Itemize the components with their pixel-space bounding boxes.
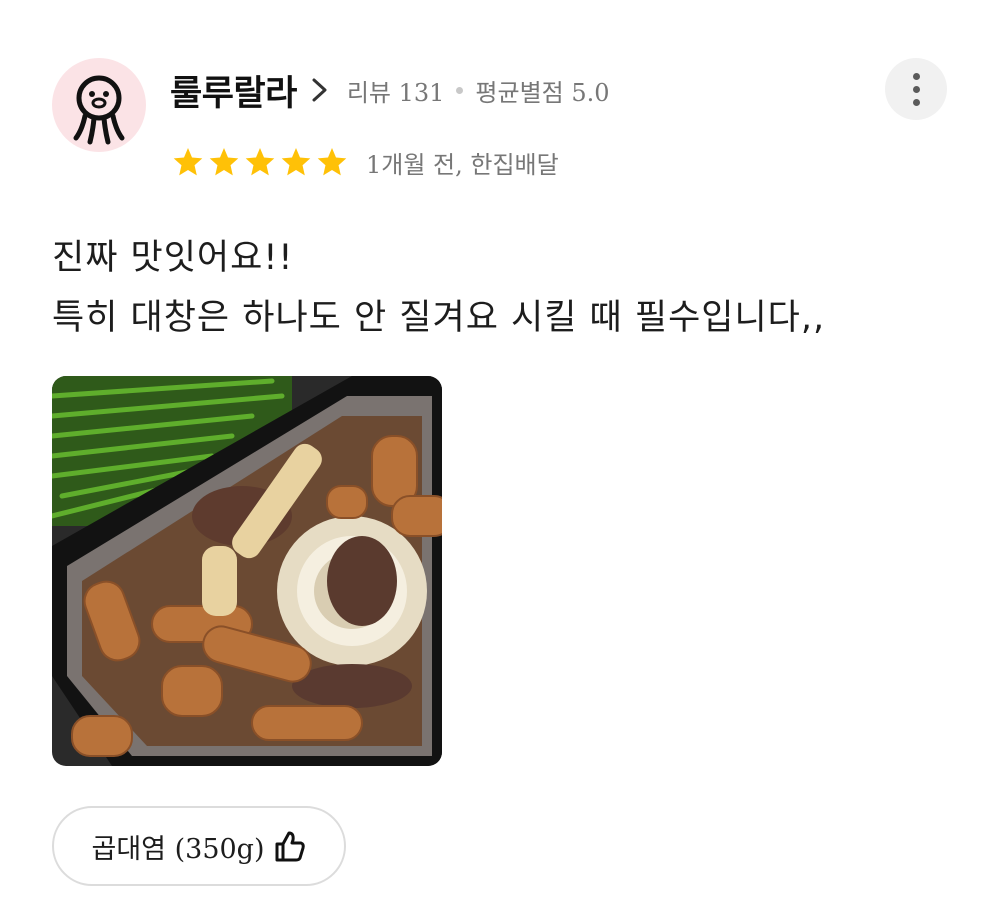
food-photo [52, 376, 442, 766]
review-text-line: 특히 대창은 하나도 안 질겨요 시킬 때 필수입니다,, [52, 298, 826, 338]
star-icon [173, 148, 203, 176]
review-text-line: 진짜 맛잇어요!! [52, 238, 294, 278]
review-count: 리뷰 131 [346, 78, 445, 107]
menu-tag-chip[interactable]: 곱대염 (350g) [52, 806, 346, 886]
separator-dot [456, 86, 464, 94]
star-icon [281, 148, 311, 176]
user-name[interactable]: 룰루랄라 [170, 65, 297, 116]
more-options-button[interactable] [885, 58, 947, 120]
thumbs-up-icon [275, 831, 305, 862]
more-dot [912, 98, 920, 106]
star-icon [317, 148, 347, 176]
review-photo[interactable] [52, 376, 442, 766]
star-icon [245, 148, 275, 176]
review-header: 룰루랄라 리뷰 131 평균별점 5.0 [170, 64, 610, 116]
average-rating: 평균별점 5.0 [475, 78, 610, 107]
review-time: 1개월 전, 한집배달 [366, 150, 559, 179]
user-avatar[interactable] [52, 58, 146, 152]
octopus-face-icon [73, 75, 125, 145]
rating-row: 1개월 전, 한집배달 [172, 140, 559, 184]
star-icon [209, 148, 239, 176]
more-dot [912, 85, 920, 93]
chevron-right-icon[interactable] [307, 75, 333, 105]
more-vertical-icon [912, 72, 920, 80]
menu-tag-label: 곱대염 (350g) [91, 833, 265, 865]
star-rating [172, 146, 352, 178]
review-body: 진짜 맛잇어요!! 특히 대창은 하나도 안 질겨요 시킬 때 필수입니다,, [52, 228, 952, 348]
